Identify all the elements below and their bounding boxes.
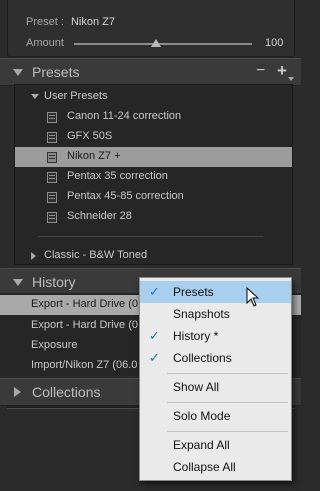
collections-panel-title: Collections — [32, 384, 101, 400]
mouse-pointer-icon — [246, 287, 260, 307]
preset-label: Preset : — [26, 16, 64, 28]
triangle-right-icon[interactable] — [31, 252, 36, 260]
presets-panel-header[interactable]: Presets − + — [0, 58, 301, 86]
menu-item-snapshots[interactable]: Snapshots — [140, 303, 291, 325]
remove-preset-button[interactable]: − — [256, 62, 265, 80]
menu-item-label: Presets — [173, 285, 214, 299]
menu-item-label: Collections — [173, 351, 232, 365]
history-row-label: Import/Nikon Z7 (06.0 — [31, 359, 138, 371]
panel-context-menu: ✓ Presets Snapshots ✓ History * ✓ Collec… — [139, 277, 292, 481]
menu-item-presets[interactable]: ✓ Presets — [140, 281, 291, 303]
preset-item[interactable]: Pentax 45-85 correction — [15, 187, 292, 207]
preset-document-icon — [47, 112, 57, 123]
menu-item-expand-all[interactable]: Expand All — [140, 434, 291, 456]
preset-document-icon — [47, 212, 57, 223]
amount-label: Amount — [26, 37, 64, 49]
preset-item[interactable]: Schneider 28 — [15, 207, 292, 227]
triangle-down-icon[interactable] — [13, 69, 23, 76]
checkmark-icon: ✓ — [149, 285, 160, 300]
preset-item-label: Pentax 45-85 correction — [67, 190, 184, 202]
amount-slider-thumb[interactable] — [150, 39, 161, 47]
history-row-label: Exposure — [31, 339, 78, 351]
triangle-down-icon[interactable] — [31, 94, 39, 99]
preset-item[interactable]: GFX 50S — [15, 127, 292, 147]
amount-slider-track[interactable] — [74, 43, 252, 45]
menu-item-label: Snapshots — [173, 307, 230, 321]
preset-value: Nikon Z7 — [70, 16, 115, 28]
preset-item-label: Pentax 35 correction — [67, 170, 168, 182]
preset-item-label: GFX 50S — [67, 130, 113, 142]
preset-document-icon — [47, 192, 57, 203]
menu-item-history[interactable]: ✓ History * — [140, 325, 291, 347]
preset-item-label: Schneider 28 — [67, 210, 132, 222]
triangle-right-icon[interactable] — [14, 387, 21, 397]
history-row-label: Export - Hard Drive (0 — [31, 298, 138, 310]
preset-document-icon — [47, 172, 57, 183]
divider — [38, 236, 263, 237]
menu-item-show-all[interactable]: Show All — [140, 376, 291, 398]
classic-folder[interactable]: Classic - B&W Toned — [15, 246, 292, 266]
amount-value[interactable]: 100 — [265, 37, 283, 49]
checkmark-icon: ✓ — [149, 351, 160, 366]
folder-label: Classic - B&W Toned — [44, 249, 148, 261]
presets-panel-title: Presets — [32, 64, 80, 80]
user-presets-folder[interactable]: User Presets — [15, 85, 292, 107]
menu-separator — [167, 431, 288, 432]
preset-item-label: Nikon Z7 + — [67, 150, 121, 162]
preset-name-line: Preset : Nikon Z7 — [26, 16, 115, 28]
menu-item-collections[interactable]: ✓ Collections — [140, 347, 291, 369]
history-row-label: Export - Hard Drive (0 — [31, 319, 138, 331]
history-panel-title: History — [32, 274, 76, 290]
add-preset-button[interactable]: + — [277, 61, 287, 81]
presets-list: User Presets Canon 11-24 correction GFX … — [14, 84, 293, 265]
menu-item-collapse-all[interactable]: Collapse All — [140, 456, 291, 478]
preset-item-label: Canon 11-24 correction — [67, 110, 182, 122]
menu-item-label: Show All — [173, 380, 220, 394]
folder-label: User Presets — [44, 90, 108, 102]
menu-item-label: Expand All — [173, 438, 230, 452]
menu-item-label: Collapse All — [173, 460, 236, 474]
add-preset-menu-icon[interactable] — [288, 77, 294, 81]
menu-item-label: Solo Mode — [173, 409, 231, 423]
preset-document-icon — [47, 152, 57, 163]
preset-item[interactable]: Canon 11-24 correction — [15, 107, 292, 127]
menu-item-solo-mode[interactable]: Solo Mode — [140, 405, 291, 427]
preset-item[interactable]: Pentax 35 correction — [15, 167, 292, 187]
menu-separator — [167, 402, 288, 403]
menu-item-label: History * — [173, 329, 219, 343]
menu-separator — [167, 373, 288, 374]
checkmark-icon: ✓ — [149, 329, 160, 344]
triangle-down-icon[interactable] — [13, 279, 23, 286]
preset-document-icon — [47, 132, 57, 143]
preset-item-selected[interactable]: Nikon Z7 + — [15, 147, 292, 167]
